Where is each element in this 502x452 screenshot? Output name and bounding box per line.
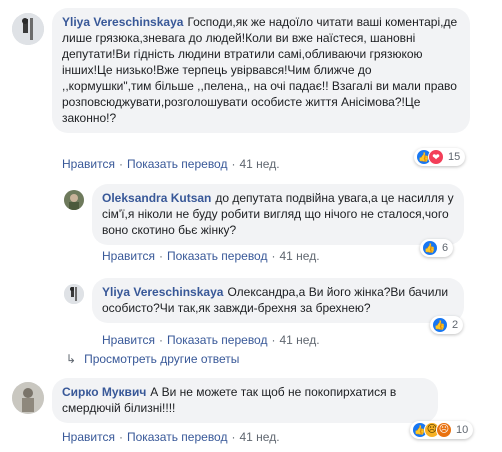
like-link[interactable]: Нравится <box>102 333 155 347</box>
comment-actions: Нравится · Показать перевод · 41 нед. <box>102 249 320 263</box>
reaction-summary[interactable]: 👍 2 <box>430 316 464 334</box>
like-link[interactable]: Нравится <box>102 249 155 263</box>
separator: · <box>118 157 123 171</box>
comment-author[interactable]: Yliya Vereschinskaya <box>62 15 183 29</box>
timestamp[interactable]: 41 нед. <box>279 333 319 347</box>
separator: · <box>118 430 123 444</box>
avatar[interactable] <box>12 13 44 45</box>
timestamp[interactable]: 41 нед. <box>279 249 319 263</box>
comment-author[interactable]: Oleksandra Kutsan <box>102 191 211 205</box>
reaction-summary[interactable]: 👍 6 <box>420 239 454 257</box>
user-photo-icon <box>12 382 44 414</box>
separator: · <box>158 249 163 263</box>
reaction-count: 6 <box>442 242 449 254</box>
separator: · <box>271 333 276 347</box>
separator: · <box>231 430 236 444</box>
angry-reaction-icon: ☹ <box>436 422 452 438</box>
avatar[interactable] <box>64 284 84 304</box>
user-photo-icon <box>64 190 84 210</box>
translate-link[interactable]: Показать перевод <box>167 249 268 263</box>
separator: · <box>271 249 276 263</box>
comment-author[interactable]: Сирко Муквич <box>62 385 146 399</box>
reaction-summary[interactable]: 👍 ☹ ☹ 10 <box>410 421 474 439</box>
view-more-replies-label: Просмотреть другие ответы <box>84 352 240 366</box>
translate-link[interactable]: Показать перевод <box>167 333 268 347</box>
love-reaction-icon: ❤ <box>428 149 444 165</box>
view-more-replies-link[interactable]: ↳ Просмотреть другие ответы <box>66 352 239 366</box>
comment-bubble: Yliya Vereschinskaya Олександра,а Ви його… <box>92 278 464 323</box>
avatar[interactable] <box>12 382 44 414</box>
comment-author[interactable]: Yliya Vereschinskaya <box>102 285 223 299</box>
reaction-count: 2 <box>452 319 459 331</box>
reaction-summary[interactable]: 👍 ❤ 15 <box>414 148 466 166</box>
reaction-count: 15 <box>448 151 461 163</box>
comment-bubble: Oleksandra Kutsan до депутата подвійна ув… <box>92 184 464 245</box>
timestamp[interactable]: 41 нед. <box>239 157 279 171</box>
like-link[interactable]: Нравится <box>62 157 115 171</box>
like-reaction-icon: 👍 <box>432 317 448 333</box>
comment-text: Господи,як же надоїло читати ваші комент… <box>62 15 458 125</box>
comment-bubble: Сирко Муквич А Ви не можете так щоб не по… <box>52 378 438 423</box>
reaction-count: 10 <box>456 424 469 436</box>
like-link[interactable]: Нравится <box>62 430 115 444</box>
avatar[interactable] <box>64 190 84 210</box>
translate-link[interactable]: Показать перевод <box>127 430 228 444</box>
user-photo-icon <box>12 13 44 45</box>
separator: · <box>158 333 163 347</box>
timestamp[interactable]: 41 нед. <box>239 430 279 444</box>
translate-link[interactable]: Показать перевод <box>127 157 228 171</box>
reply-arrow-icon: ↳ <box>66 352 77 366</box>
comment-actions: Нравится · Показать перевод · 41 нед. <box>62 157 280 171</box>
comment-bubble: Yliya Vereschinskaya Господи,як же надоїл… <box>52 8 470 133</box>
user-photo-icon <box>64 284 84 304</box>
separator: · <box>231 157 236 171</box>
comment-actions: Нравится · Показать перевод · 41 нед. <box>62 430 280 444</box>
comment-actions: Нравится · Показать перевод · 41 нед. <box>102 333 320 347</box>
like-reaction-icon: 👍 <box>422 240 438 256</box>
